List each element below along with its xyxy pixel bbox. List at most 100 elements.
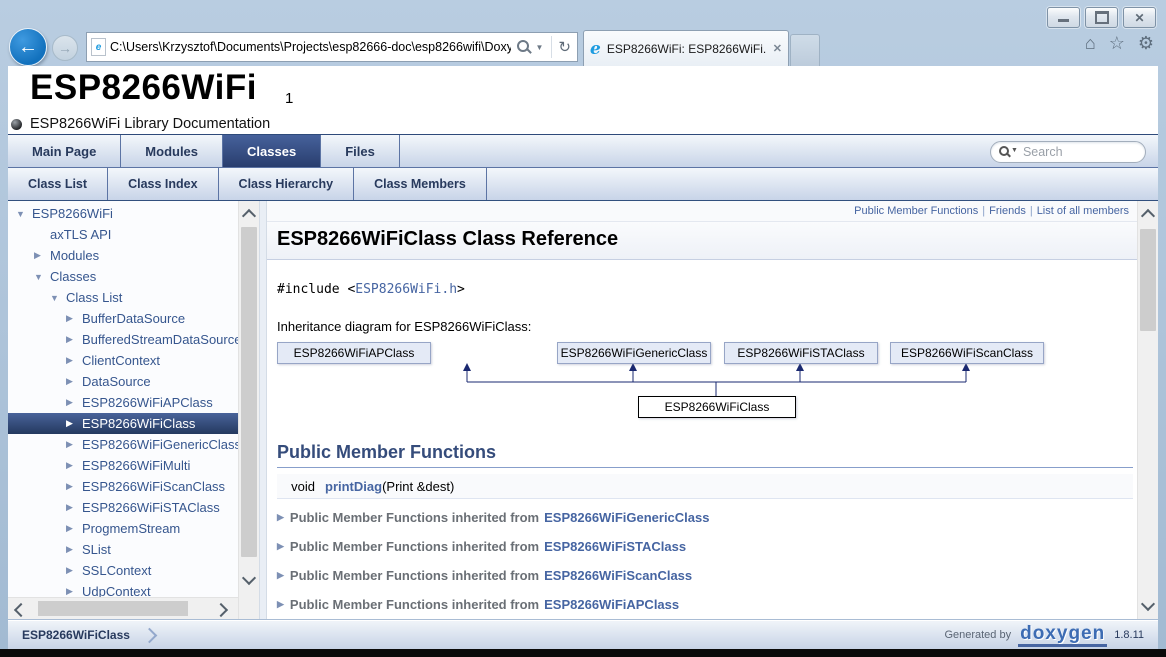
tab-close-icon[interactable]: ✕ xyxy=(773,42,782,55)
tree-item-label[interactable]: BufferDataSource xyxy=(82,311,185,326)
expand-arrow-icon[interactable]: ▶ xyxy=(277,512,284,523)
panel-splitter[interactable] xyxy=(259,201,267,620)
favorites-star-icon[interactable]: ☆ xyxy=(1109,33,1125,54)
main-tab[interactable]: Files xyxy=(321,135,400,167)
new-tab-button[interactable] xyxy=(790,34,820,67)
sub-tab[interactable]: Class Hierarchy xyxy=(219,168,355,200)
content-scroll-thumb[interactable] xyxy=(1140,229,1156,331)
inherited-section-header[interactable]: ▶ Public Member Functions inherited from… xyxy=(277,590,1137,619)
tree-item-label[interactable]: Class List xyxy=(66,290,122,305)
inherited-class-link[interactable]: ESP8266WiFiSTAClass xyxy=(544,539,686,554)
summary-link[interactable]: Public Member Functions xyxy=(854,205,989,217)
sidebar-scroll-thumb[interactable] xyxy=(241,227,257,557)
content-scroll-up-icon[interactable] xyxy=(1141,209,1155,223)
tree-item[interactable]: ▶ ESP8266WiFiAPClass xyxy=(8,392,238,413)
address-dropdown-icon[interactable]: ▼ xyxy=(536,43,544,52)
tree-arrow-icon[interactable]: ▶ xyxy=(66,376,82,387)
tree-item[interactable]: ▶ ESP8266WiFiMulti xyxy=(8,455,238,476)
tree-arrow-icon[interactable]: ▶ xyxy=(66,481,82,492)
tree-item-label[interactable]: Modules xyxy=(50,248,99,263)
maximize-button[interactable] xyxy=(1085,7,1118,28)
settings-gear-icon[interactable]: ⚙ xyxy=(1138,33,1154,54)
member-function-link[interactable]: printDiag xyxy=(325,479,382,494)
tree-item-label[interactable]: axTLS API xyxy=(50,227,111,242)
inherited-section-header[interactable]: ▶ Public Member Functions inherited from… xyxy=(277,532,1137,561)
tree-item-label[interactable]: SSLContext xyxy=(82,563,151,578)
main-tab[interactable]: Modules xyxy=(121,135,223,167)
tree-item[interactable]: axTLS API xyxy=(8,224,238,245)
tree-arrow-icon[interactable]: ▼ xyxy=(16,209,32,219)
tree-item[interactable]: ▶ SSLContext xyxy=(8,560,238,581)
main-tab[interactable]: Classes xyxy=(223,135,321,167)
refresh-icon[interactable]: ↻ xyxy=(558,38,571,56)
doxygen-logo[interactable]: doxygen xyxy=(1018,624,1107,647)
tree-item[interactable]: ▶ ProgmemStream xyxy=(8,518,238,539)
content-vertical-scrollbar[interactable] xyxy=(1137,201,1158,620)
expand-arrow-icon[interactable]: ▶ xyxy=(277,599,284,610)
tree-item-label[interactable]: DataSource xyxy=(82,374,151,389)
sub-tab[interactable]: Class Index xyxy=(108,168,218,200)
tree-arrow-icon[interactable]: ▶ xyxy=(66,355,82,366)
tree-item-label[interactable]: ESP8266WiFiAPClass xyxy=(82,395,213,410)
tree-arrow-icon[interactable]: ▶ xyxy=(34,250,50,261)
scroll-left-icon[interactable] xyxy=(14,603,28,617)
inherited-class-link[interactable]: ESP8266WiFiScanClass xyxy=(544,568,692,583)
tree-item-label[interactable]: ESP8266WiFiGenericClass xyxy=(82,437,238,452)
tree-arrow-icon[interactable]: ▶ xyxy=(66,586,82,597)
tree-arrow-icon[interactable]: ▶ xyxy=(66,334,82,345)
home-icon[interactable]: ⌂ xyxy=(1085,33,1096,54)
tree-item[interactable]: ▼ Class List xyxy=(8,287,238,308)
sidebar-horizontal-scrollbar[interactable] xyxy=(8,597,238,620)
tree-item[interactable]: ▶ DataSource xyxy=(8,371,238,392)
url-input[interactable] xyxy=(106,40,515,54)
tree-item-label[interactable]: ClientContext xyxy=(82,353,160,368)
inherited-class-link[interactable]: ESP8266WiFiAPClass xyxy=(544,597,679,612)
browser-tab[interactable]: e ESP8266WiFi: ESP8266WiFi... ✕ xyxy=(583,30,789,66)
summary-link[interactable]: List of all members xyxy=(1037,205,1129,217)
address-bar[interactable]: e ▼ ↻ xyxy=(86,32,578,62)
sub-tab[interactable]: Class Members xyxy=(354,168,487,200)
tree-item[interactable]: ▶ ESP8266WiFiGenericClass xyxy=(8,434,238,455)
tree-item[interactable]: ▶ BufferDataSource xyxy=(8,308,238,329)
tree-arrow-icon[interactable]: ▶ xyxy=(66,565,82,576)
tree-item-label[interactable]: ESP8266WiFiSTAClass xyxy=(82,500,220,515)
tree-arrow-icon[interactable]: ▶ xyxy=(66,523,82,534)
close-button[interactable]: ✕ xyxy=(1123,7,1156,28)
tree-item[interactable]: ▼ ESP8266WiFi xyxy=(8,203,238,224)
tree-item[interactable]: ▶ ESP8266WiFiClass xyxy=(8,413,238,434)
diagram-parent-node[interactable]: ESP8266WiFiGenericClass xyxy=(557,342,711,364)
tree-arrow-icon[interactable]: ▶ xyxy=(66,313,82,324)
diagram-parent-node[interactable]: ESP8266WiFiSTAClass xyxy=(724,342,878,364)
tree-arrow-icon[interactable]: ▶ xyxy=(66,439,82,450)
diagram-parent-node[interactable]: ESP8266WiFiAPClass xyxy=(277,342,431,364)
search-options-caret-icon[interactable]: ▼ xyxy=(1011,147,1018,154)
scroll-down-icon[interactable] xyxy=(242,571,256,585)
address-search-icon[interactable] xyxy=(517,40,529,52)
sub-tab[interactable]: Class List xyxy=(8,168,108,200)
tree-item[interactable]: ▼ Classes xyxy=(8,266,238,287)
expand-arrow-icon[interactable]: ▶ xyxy=(277,570,284,581)
tree-item-label[interactable]: SList xyxy=(82,542,111,557)
tree-item[interactable]: ▶ BufferedStreamDataSource xyxy=(8,329,238,350)
tree-arrow-icon[interactable]: ▼ xyxy=(34,272,50,282)
main-tab[interactable]: Main Page xyxy=(8,135,121,167)
tree-arrow-icon[interactable]: ▶ xyxy=(66,460,82,471)
tree-item[interactable]: ▶ ClientContext xyxy=(8,350,238,371)
tree-item[interactable]: ▶ Modules xyxy=(8,245,238,266)
tree-item-label[interactable]: ProgmemStream xyxy=(82,521,180,536)
diagram-parent-node[interactable]: ESP8266WiFiScanClass xyxy=(890,342,1044,364)
summary-link[interactable]: Friends xyxy=(989,205,1037,217)
tree-arrow-icon[interactable]: ▶ xyxy=(66,418,82,429)
sidebar-vertical-scrollbar[interactable] xyxy=(238,201,259,620)
breadcrumb-item[interactable]: ESP8266WiFiClass xyxy=(22,628,130,642)
tree-item[interactable]: ▶ ESP8266WiFiScanClass xyxy=(8,476,238,497)
search-input[interactable] xyxy=(1021,144,1137,160)
tree-item-label[interactable]: ESP8266WiFiClass xyxy=(82,416,195,431)
minimize-button[interactable] xyxy=(1047,7,1080,28)
tree-arrow-icon[interactable]: ▼ xyxy=(50,293,66,303)
tree-item-label[interactable]: Classes xyxy=(50,269,96,284)
content-scroll-down-icon[interactable] xyxy=(1141,597,1155,611)
horizontal-scroll-thumb[interactable] xyxy=(38,601,188,616)
tree-item-label[interactable]: ESP8266WiFiScanClass xyxy=(82,479,225,494)
tree-item[interactable]: ▶ ESP8266WiFiSTAClass xyxy=(8,497,238,518)
